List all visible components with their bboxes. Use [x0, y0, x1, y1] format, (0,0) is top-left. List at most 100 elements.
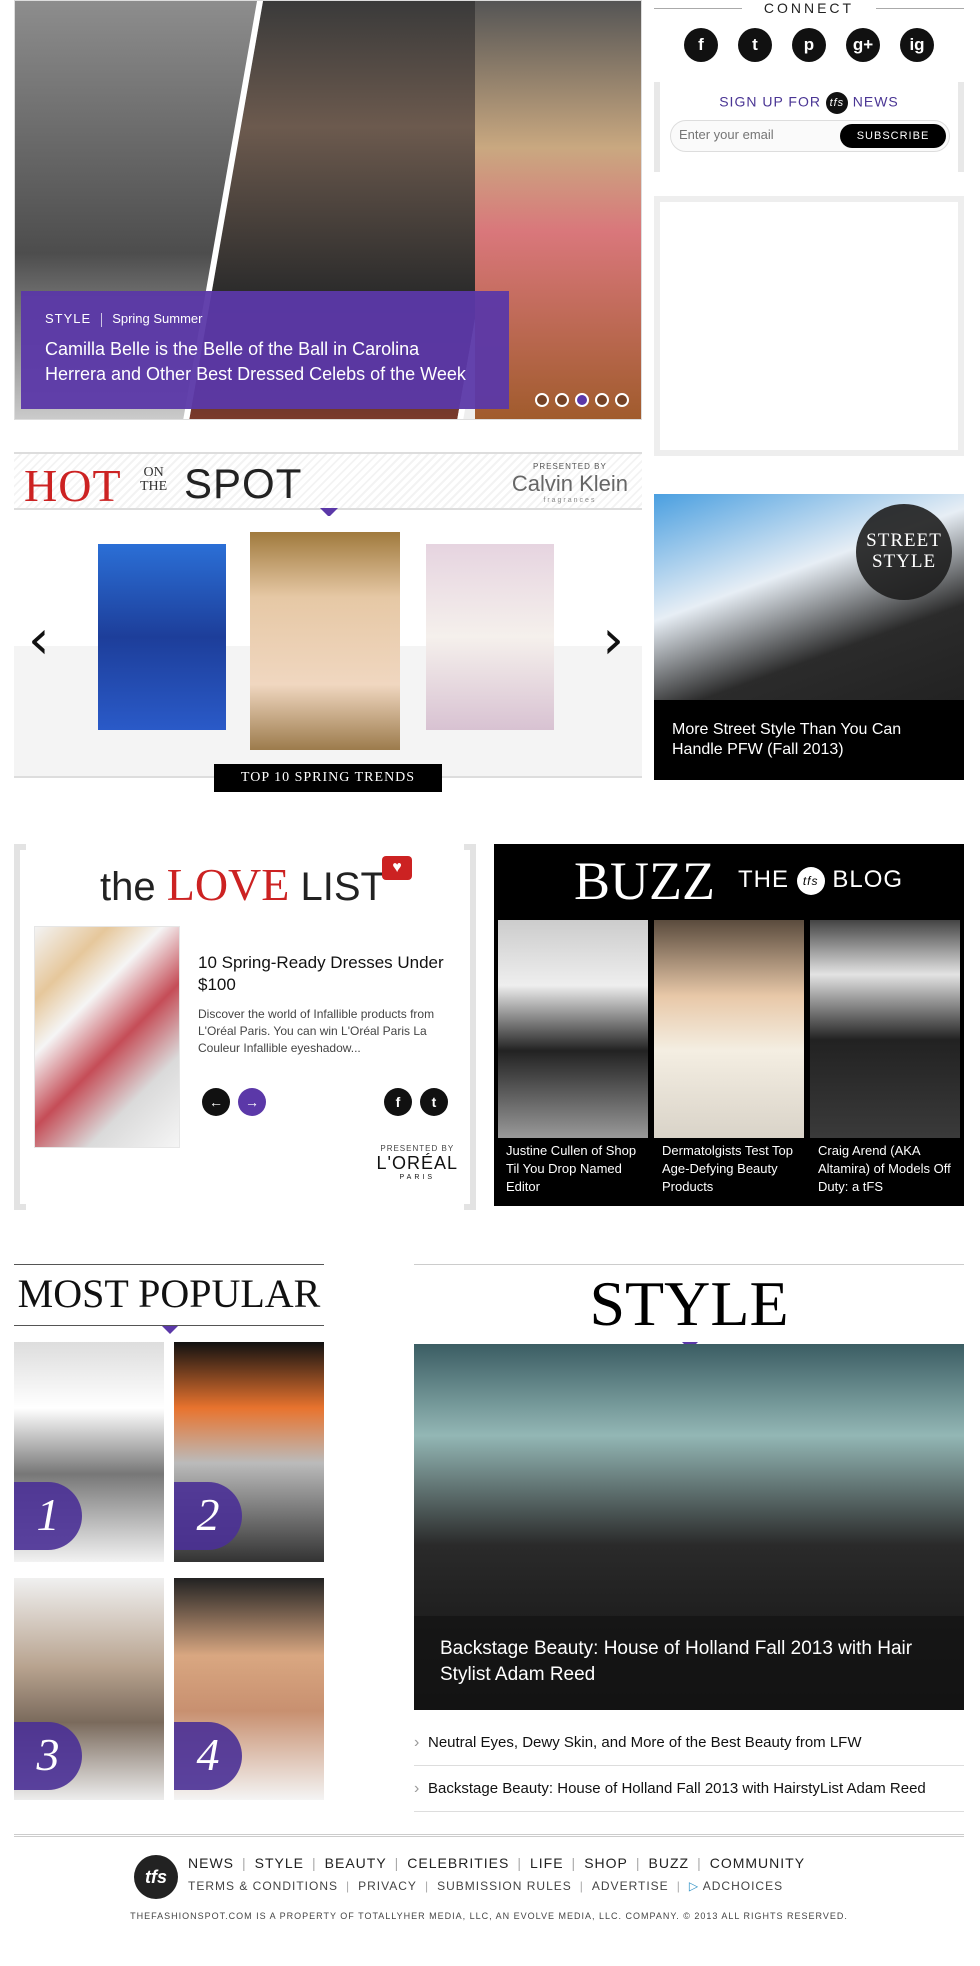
love-list-heading[interactable]: 10 Spring-Ready Dresses Under $100 [198, 952, 458, 996]
footer-nav-style[interactable]: STYLE [255, 1855, 304, 1871]
page: STYLE Spring Summer Camilla Belle is the … [0, 0, 980, 1966]
footer-nav-community[interactable]: COMMUNITY [710, 1855, 805, 1871]
footer-nav: NEWS | STYLE | BEAUTY | CELEBRITIES | LIFE | SHOP |… [188, 1855, 805, 1871]
email-input[interactable] [679, 127, 839, 142]
heart-icon: ♥ [382, 856, 412, 880]
signup-title-suffix: NEWS [852, 93, 899, 110]
style-link[interactable]: Backstage Beauty: House of Holland Fall … [414, 1766, 964, 1812]
hero-caption[interactable]: STYLE Spring Summer Camilla Belle is the … [21, 291, 509, 409]
subscribe-button[interactable]: SUBSCRIBE [840, 124, 946, 148]
prev-arrow-button[interactable]: ← [202, 1088, 230, 1116]
carousel-image[interactable] [98, 544, 226, 730]
separator: | [571, 1855, 577, 1871]
footer-nav-shop[interactable]: SHOP [584, 1855, 628, 1871]
hot-on-label: ON [143, 465, 164, 480]
love-list-title: the LOVE LIST [100, 858, 385, 911]
popular-rank: 2 [174, 1482, 242, 1550]
signup-title-prefix: SIGN UP FOR [719, 93, 821, 110]
top-trends-button[interactable]: TOP 10 SPRING TRENDS [214, 764, 442, 792]
love-list-image[interactable] [34, 926, 180, 1148]
pinterest-icon[interactable]: p [792, 28, 826, 62]
tfs-logo-icon: tfs [825, 92, 848, 114]
style-link[interactable]: Neutral Eyes, Dewy Skin, and More of the… [414, 1720, 964, 1766]
facebook-icon[interactable]: f [684, 28, 718, 62]
spot-title: SPOT [184, 460, 303, 507]
separator: | [635, 1855, 641, 1871]
street-style-card[interactable]: STREET STYLE More Street Style Than You … [654, 494, 964, 780]
street-style-title[interactable]: More Street Style Than You Can Handle PF… [672, 720, 942, 760]
separator: | [346, 1879, 351, 1893]
twitter-share-icon[interactable]: t [420, 1088, 448, 1116]
hero-category-label[interactable]: STYLE [45, 311, 91, 326]
bracket-right [464, 844, 476, 1210]
hero-subcategory-label[interactable]: Spring Summer [112, 311, 202, 326]
separator: | [242, 1855, 247, 1871]
style-feature-image[interactable]: Backstage Beauty: House of Holland Fall … [414, 1344, 964, 1710]
badge-line-1: STREET [866, 530, 942, 551]
style-title: STYLE [414, 1264, 964, 1340]
footer-nav-news[interactable]: NEWS [188, 1855, 234, 1871]
separator: | [312, 1855, 317, 1871]
tfs-logo-icon: tfs [796, 866, 825, 895]
separator: | [394, 1855, 400, 1871]
active-indicator [162, 1326, 178, 1334]
carousel-prev-arrow-icon[interactable]: ‹ [28, 608, 50, 671]
hero-dot-5[interactable] [615, 393, 629, 407]
footer-link-submission-rules[interactable]: SUBMISSION RULES [437, 1879, 572, 1893]
hero-dot-3[interactable] [575, 393, 589, 407]
hero-dot-2[interactable] [555, 393, 569, 407]
sponsor-sub: fragrances [543, 497, 597, 504]
hero-title[interactable]: Camilla Belle is the Belle of the Ball i… [45, 337, 485, 387]
hero-slideshow[interactable]: STYLE Spring Summer Camilla Belle is the … [14, 0, 642, 420]
buzz-subtitle: THE tfs BLOG [738, 866, 903, 895]
carousel-image-active[interactable] [250, 532, 400, 750]
connect-heading: CONNECT [654, 0, 964, 16]
twitter-icon[interactable]: t [738, 28, 772, 62]
love-title-list: LIST [300, 865, 385, 909]
hero-dot-4[interactable] [595, 393, 609, 407]
hot-carousel: ‹ › [14, 516, 642, 778]
style-feature-caption[interactable]: Backstage Beauty: House of Holland Fall … [414, 1616, 964, 1710]
hero-dot-1[interactable] [535, 393, 549, 407]
facebook-share-icon[interactable]: f [384, 1088, 412, 1116]
buzz-item[interactable]: Craig Arend (AKA Altamira) of Models Off… [810, 920, 960, 1200]
footer-nav-celebrities[interactable]: CELEBRITIES [407, 1855, 509, 1871]
sponsor-logo: L'ORÉAL [376, 1153, 458, 1173]
google-plus-icon[interactable]: g+ [846, 28, 880, 62]
buzz-item[interactable]: Dermatolgists Test Top Age-Defying Beaut… [654, 920, 804, 1200]
instagram-icon[interactable]: ig [900, 28, 934, 62]
next-arrow-button[interactable]: → [238, 1088, 266, 1116]
sponsor-sub: PARIS [399, 1174, 435, 1181]
buzz-item-caption[interactable]: Craig Arend (AKA Altamira) of Models Off… [818, 1142, 958, 1196]
footer-link-terms[interactable]: TERMS & CONDITIONS [188, 1879, 338, 1893]
most-popular: MOST POPULAR 1 2 3 4 [14, 1264, 324, 1800]
footer-nav-life[interactable]: LIFE [530, 1855, 564, 1871]
footer-nav-buzz[interactable]: BUZZ [649, 1855, 690, 1871]
hot-title: HOT [24, 460, 122, 511]
footer: tfs NEWS | STYLE | BEAUTY | CELEBRITIES | LIFE | S… [14, 1834, 964, 1934]
hot-on-the-spot: HOT ON THE SPOT PRESENTED BY Calvin Klein… [14, 452, 642, 792]
footer-links: TERMS & CONDITIONS | PRIVACY | SUBMISSION RU… [188, 1879, 783, 1893]
style-section: STYLE Backstage Beauty: House of Holland… [414, 1264, 964, 1812]
sponsor-block[interactable]: PRESENTED BY L'ORÉAL PARIS [377, 1144, 458, 1181]
separator: | [697, 1855, 702, 1871]
footer-link-adchoices[interactable]: ADCHOICES [703, 1879, 783, 1893]
carousel-next-arrow-icon[interactable]: › [602, 608, 624, 671]
love-title-the: the [100, 865, 156, 909]
presented-by-label: PRESENTED BY [380, 1144, 455, 1153]
carousel-image[interactable] [426, 544, 554, 730]
buzz-sub-blog: BLOG [832, 866, 904, 893]
footer-link-privacy[interactable]: PRIVACY [358, 1879, 417, 1893]
buzz-item-image [810, 920, 960, 1138]
popular-rank: 3 [14, 1722, 82, 1790]
separator: | [517, 1855, 522, 1871]
footer-link-advertise[interactable]: ADVERTISE [592, 1879, 669, 1893]
buzz-item[interactable]: Justine Cullen of Shop Til You Drop Name… [498, 920, 648, 1200]
sponsor-block[interactable]: PRESENTED BY Calvin Klein fragrances [512, 462, 628, 504]
footer-nav-beauty[interactable]: BEAUTY [325, 1855, 387, 1871]
buzz-item-caption[interactable]: Dermatolgists Test Top Age-Defying Beaut… [662, 1142, 802, 1196]
tfs-logo-icon[interactable]: tfs [134, 1855, 178, 1899]
buzz-item-caption[interactable]: Justine Cullen of Shop Til You Drop Name… [506, 1142, 646, 1196]
hot-on-the-spot-header: HOT ON THE SPOT PRESENTED BY Calvin Klein… [14, 452, 642, 511]
street-style-badge: STREET STYLE [856, 504, 952, 600]
